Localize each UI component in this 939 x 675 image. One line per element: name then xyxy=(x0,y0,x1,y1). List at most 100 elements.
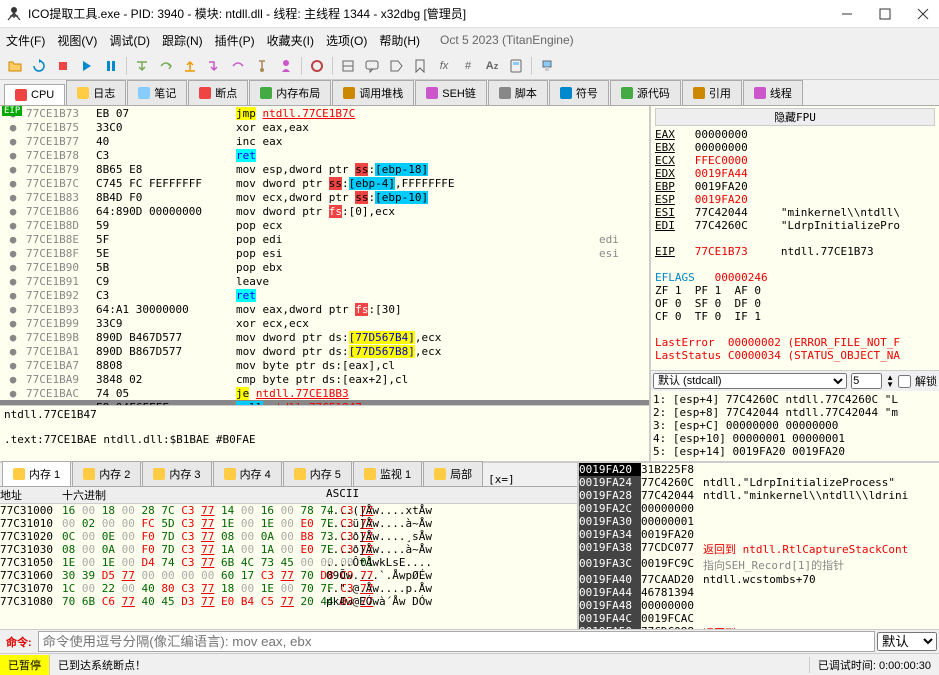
log-icon xyxy=(77,87,89,99)
fpu-toggle[interactable]: 隐藏FPU xyxy=(655,108,935,126)
tab-thread[interactable]: 线程 xyxy=(743,80,803,105)
info-bar: ntdll.77CE1B47 .text:77CE1BAE ntdll.dll:… xyxy=(0,405,649,461)
step-into-icon[interactable] xyxy=(131,55,153,77)
dump-icon xyxy=(153,468,165,480)
stack-view[interactable]: 0019FA20 31B225F8 0019FA24 77C4260C ntdl… xyxy=(579,463,939,629)
run-icon[interactable] xyxy=(76,55,98,77)
disasm-row[interactable]: ●77CE1B8F5Epop esiesi xyxy=(0,246,649,260)
calculator-icon[interactable] xyxy=(505,55,527,77)
ref-icon xyxy=(693,87,705,99)
menu-view[interactable]: 视图(V) xyxy=(57,32,97,49)
disasm-row[interactable]: ●77CE1BA78808mov byte ptr ds:[eax],cl xyxy=(0,358,649,372)
run-till-ret-icon[interactable] xyxy=(251,55,273,77)
dump-icon xyxy=(434,468,446,480)
trace-over-icon[interactable] xyxy=(227,55,249,77)
tab-sym[interactable]: 符号 xyxy=(549,80,609,105)
tab-notes[interactable]: 笔记 xyxy=(127,80,187,105)
src-icon xyxy=(621,87,633,99)
disasm-row[interactable]: ●77CE1B92C3ret xyxy=(0,288,649,302)
tab-ref[interactable]: 引用 xyxy=(682,80,742,105)
dump-tab-1[interactable]: 内存 2 xyxy=(72,461,141,486)
dump-icon xyxy=(294,468,306,480)
open-icon[interactable] xyxy=(4,55,26,77)
trace-into-icon[interactable] xyxy=(203,55,225,77)
tab-bar: CPU日志笔记断点内存布局调用堆栈SEH链脚本符号源代码引用线程 xyxy=(0,80,939,106)
toolbar: fx # Az xyxy=(0,52,939,80)
scylla-icon[interactable] xyxy=(306,55,328,77)
disasm-row[interactable]: ●77CE1B8664:890D 00000000mov dword ptr f… xyxy=(0,204,649,218)
disasm-row[interactable]: ●77CE1B8E5Fpop ediedi xyxy=(0,232,649,246)
disasm-row[interactable]: ●77CE1B838B4D F0mov ecx,dword ptr ss:[eb… xyxy=(0,190,649,204)
dump-tab-2[interactable]: 内存 3 xyxy=(142,461,211,486)
tab-mem[interactable]: 内存布局 xyxy=(249,80,331,105)
menu-options[interactable]: 选项(O) xyxy=(326,32,367,49)
command-dropdown[interactable]: 默认 xyxy=(877,632,937,651)
tab-cpu[interactable]: CPU xyxy=(4,84,65,105)
disasm-row[interactable]: ●77CE1B91C9leave xyxy=(0,274,649,288)
close-button[interactable] xyxy=(913,4,933,24)
dump-tab-0[interactable]: 内存 1 xyxy=(2,461,71,486)
tab-src[interactable]: 源代码 xyxy=(610,80,681,105)
callconv-select[interactable]: 默认 (stdcall) xyxy=(653,373,847,389)
menu-debug[interactable]: 调试(D) xyxy=(109,32,150,49)
disassembly-view[interactable]: EIP ●77CE1B73EB 07jmp ntdll.77CE1B7C●77C… xyxy=(0,106,649,405)
callconv-spin[interactable] xyxy=(851,373,882,389)
disasm-row[interactable]: ●77CE1B7533C0xor eax,eax xyxy=(0,120,649,134)
step-out-icon[interactable] xyxy=(179,55,201,77)
pause-icon[interactable] xyxy=(100,55,122,77)
status-bar: 已暂停 已到达系统断点！ 已调试时间: 0:00:00:30 xyxy=(0,653,939,675)
dump-icon xyxy=(83,468,95,480)
menu-bar: 文件(F) 视图(V) 调试(D) 跟踪(N) 插件(P) 收藏夹(I) 选项(… xyxy=(0,28,939,52)
disasm-row[interactable]: ●77CE1B7CC745 FC FEFFFFFFmov dword ptr s… xyxy=(0,176,649,190)
tab-seh[interactable]: SEH链 xyxy=(415,80,487,105)
dump-tab-5[interactable]: 监视 1 xyxy=(353,461,422,486)
disasm-row[interactable]: ●77CE1B9364:A1 30000000mov eax,dword ptr… xyxy=(0,302,649,316)
stack-args-view[interactable]: 1: [esp+4] 77C4260C ntdll.77C4260C "L2: … xyxy=(651,391,939,461)
run-to-user-icon[interactable] xyxy=(275,55,297,77)
labels-icon[interactable] xyxy=(385,55,407,77)
dump-tab-6[interactable]: 局部 xyxy=(423,461,483,486)
registers-view[interactable]: 隐藏FPU EAX 00000000EBX 00000000ECX FFEC00… xyxy=(651,106,939,370)
disasm-row[interactable]: ●77CE1BAC74 05je ntdll.77CE1BB3 xyxy=(0,386,649,400)
bookmarks-icon[interactable] xyxy=(409,55,431,77)
menu-trace[interactable]: 跟踪(N) xyxy=(162,32,203,49)
spin-down-icon[interactable]: ▼ xyxy=(886,381,894,388)
dump-view[interactable]: 地址十六进制ASCII77C3100016 00 18 00 28 7C C3 … xyxy=(0,487,577,629)
menu-plugin[interactable]: 插件(P) xyxy=(215,32,255,49)
tab-stack[interactable]: 调用堆栈 xyxy=(332,80,414,105)
command-input[interactable] xyxy=(38,631,875,652)
comments-icon[interactable] xyxy=(361,55,383,77)
lock-checkbox[interactable] xyxy=(898,375,911,388)
tab-log[interactable]: 日志 xyxy=(66,80,126,105)
dump-tab-4[interactable]: 内存 5 xyxy=(283,461,352,486)
script-icon xyxy=(499,87,511,99)
disasm-row[interactable]: ●77CE1B9933C9xor ecx,ecx xyxy=(0,316,649,330)
step-over-icon[interactable] xyxy=(155,55,177,77)
disasm-row[interactable]: ●77CE1BA1890D B867D577mov dword ptr ds:[… xyxy=(0,344,649,358)
functions-icon[interactable]: fx xyxy=(433,55,455,77)
disasm-row[interactable]: ●77CE1B73EB 07jmp ntdll.77CE1B7C xyxy=(0,106,649,120)
restart-icon[interactable] xyxy=(28,55,50,77)
disasm-row[interactable]: ●77CE1BA93848 02cmp byte ptr ds:[eax+2],… xyxy=(0,372,649,386)
disasm-row[interactable]: ●77CE1B8D59pop ecx xyxy=(0,218,649,232)
disasm-row[interactable]: ●77CE1B7740inc eax xyxy=(0,134,649,148)
menu-fav[interactable]: 收藏夹(I) xyxy=(267,32,314,49)
variables-icon[interactable]: # xyxy=(457,55,479,77)
dump-tab-bar: 内存 1内存 2内存 3内存 4内存 5监视 1局部[x=] xyxy=(0,463,577,487)
settings-icon[interactable] xyxy=(536,55,558,77)
strings-icon[interactable]: Az xyxy=(481,55,503,77)
disasm-row[interactable]: ●77CE1B798B65 E8mov esp,dword ptr ss:[eb… xyxy=(0,162,649,176)
disasm-row[interactable]: ●77CE1B9B890D B467D577mov dword ptr ds:[… xyxy=(0,330,649,344)
minimize-button[interactable] xyxy=(837,4,857,24)
tab-script[interactable]: 脚本 xyxy=(488,80,548,105)
dump-tab-3[interactable]: 内存 4 xyxy=(213,461,282,486)
patches-icon[interactable] xyxy=(337,55,359,77)
menu-help[interactable]: 帮助(H) xyxy=(379,32,420,49)
disasm-row[interactable]: ●77CE1BAEE8 94FCFFFFcall ntdll.77CE1847 xyxy=(0,400,649,405)
tab-bp[interactable]: 断点 xyxy=(188,80,248,105)
maximize-button[interactable] xyxy=(875,4,895,24)
disasm-row[interactable]: ●77CE1B78C3ret xyxy=(0,148,649,162)
stop-icon[interactable] xyxy=(52,55,74,77)
disasm-row[interactable]: ●77CE1B905Bpop ebx xyxy=(0,260,649,274)
menu-file[interactable]: 文件(F) xyxy=(6,32,45,49)
